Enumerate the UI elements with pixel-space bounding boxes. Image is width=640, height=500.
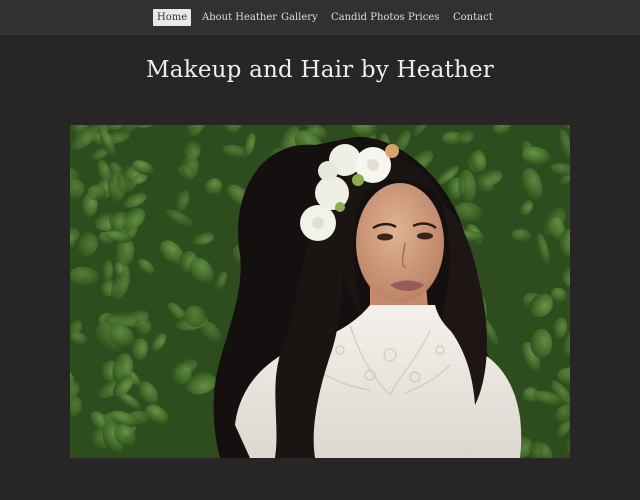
nav-gallery[interactable]: Gallery [277,9,322,26]
hero-photo [70,125,570,458]
page-title: Makeup and Hair by Heather [146,57,494,83]
nav-prices[interactable]: Prices [404,9,443,26]
portrait-image [70,125,570,458]
nav-home[interactable]: Home [153,9,192,26]
top-nav: Home About Heather Gallery Candid Photos… [0,0,640,35]
nav-contact[interactable]: Contact [449,9,497,26]
nav-candid-photos[interactable]: Candid Photos [327,9,409,26]
nav-about-heather[interactable]: About Heather [198,9,281,26]
